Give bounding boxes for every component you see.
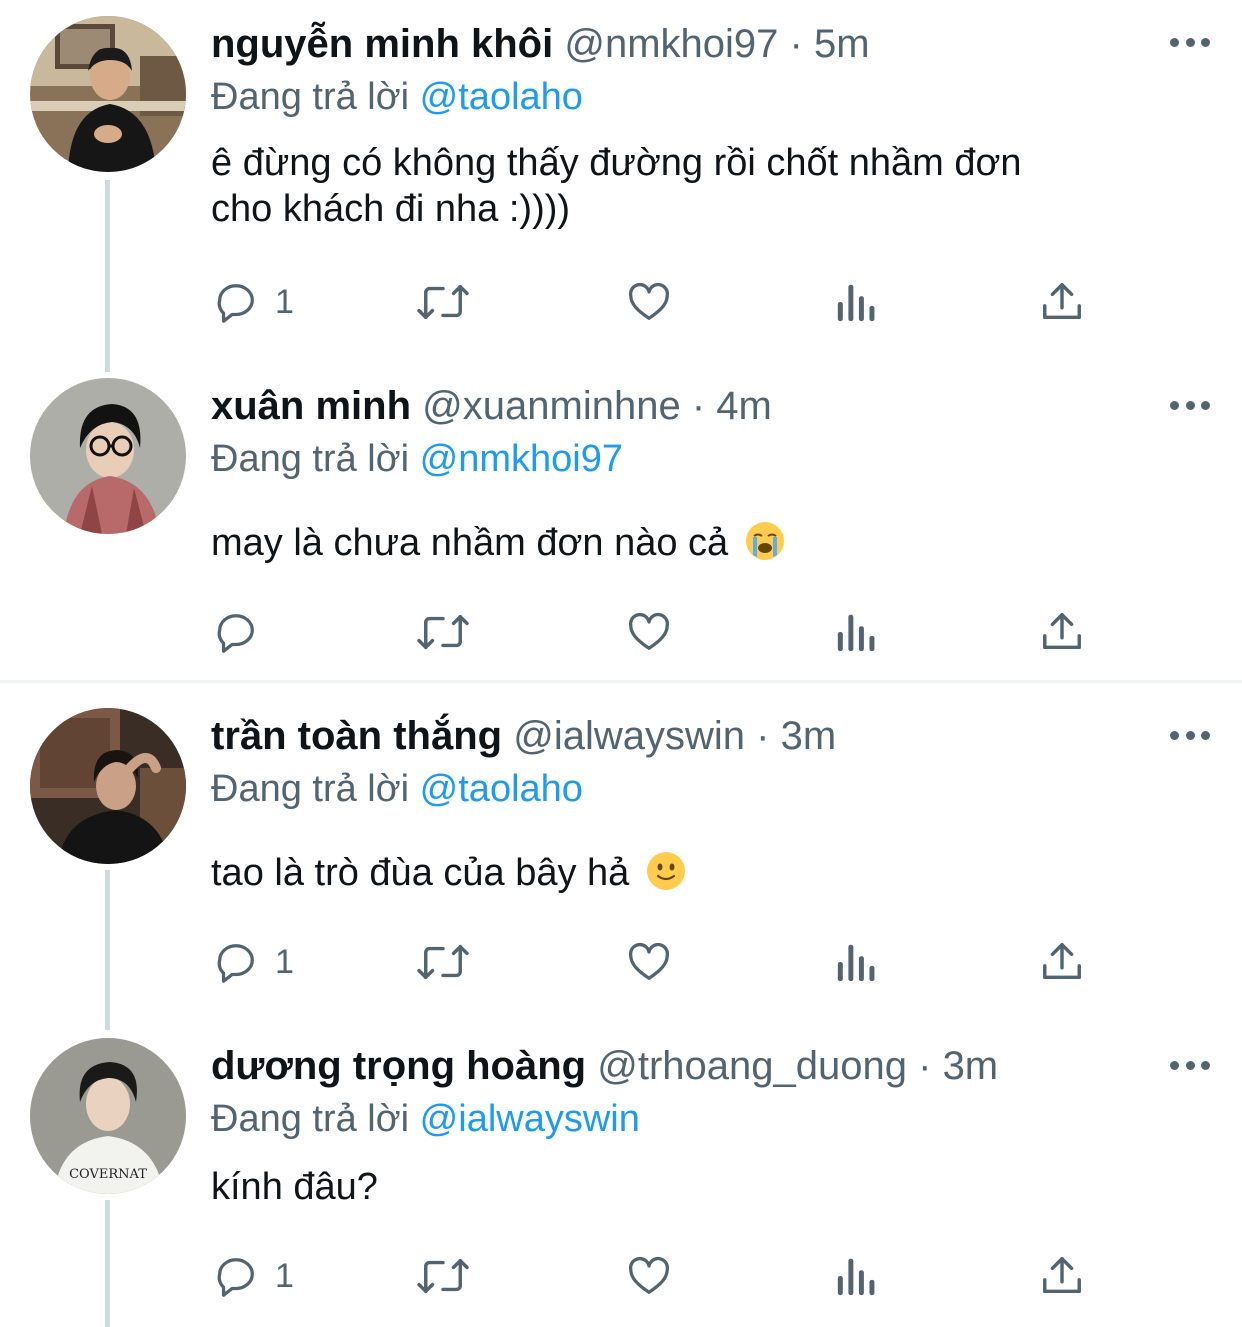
tweet-actions: 1 — [211, 932, 1111, 992]
retweet-icon — [417, 944, 469, 980]
retweet-icon — [417, 284, 469, 320]
replying-to-line: Đang trả lời @nmkhoi97 — [211, 436, 1202, 482]
analytics-button[interactable] — [835, 932, 879, 992]
user-handle[interactable]: @trhoang_duong — [597, 1044, 907, 1088]
tweet-actions — [211, 602, 1111, 662]
tweet-text: may là chưa nhầm đơn nào cả — [211, 520, 1202, 566]
display-name[interactable]: xuân minh — [211, 384, 411, 428]
tweet-text-line: cho khách đi nha :)))) — [211, 188, 571, 230]
analytics-button[interactable] — [835, 1246, 879, 1306]
replying-to-mention[interactable]: @ialwayswin — [420, 1098, 640, 1140]
replying-to-line: Đang trả lời @taolaho — [211, 74, 1202, 120]
avatar[interactable]: COVERNAT — [30, 1038, 186, 1194]
meta-separator: · — [756, 714, 770, 758]
share-button[interactable] — [1039, 602, 1085, 662]
retweet-button[interactable] — [415, 1246, 471, 1306]
timestamp[interactable]: 3m — [781, 714, 837, 758]
crying-face-emoji — [745, 521, 785, 561]
analytics-icon — [837, 284, 875, 322]
reply-button[interactable]: 1 — [213, 932, 294, 992]
display-name[interactable]: dương trọng hoàng — [211, 1044, 586, 1088]
reply-icon — [217, 944, 254, 983]
retweet-icon — [417, 1258, 469, 1294]
tweet-text-line: kính đâu? — [211, 1166, 378, 1208]
reply-count: 1 — [275, 1256, 294, 1295]
reply-count: 1 — [275, 942, 294, 981]
display-name[interactable]: trần toàn thắng — [211, 714, 502, 758]
tweet-text-line: tao là trò đùa của bây hả — [211, 852, 630, 894]
like-button[interactable] — [625, 272, 673, 332]
analytics-icon — [837, 614, 875, 652]
tweet-text-line: may là chưa nhầm đơn nào cả — [211, 522, 729, 564]
retweet-icon — [417, 614, 469, 650]
replying-to-label: Đang trả lời — [211, 76, 410, 118]
tweet-actions: 1 — [211, 1246, 1111, 1306]
replying-to-label: Đang trả lời — [211, 768, 410, 810]
timestamp[interactable]: 4m — [716, 384, 772, 428]
tweet-text: kính đâu? — [211, 1164, 1202, 1210]
avatar-shirt-text: COVERNAT — [69, 1167, 147, 1182]
user-handle[interactable]: @xuanminhne — [422, 384, 681, 428]
meta-separator: · — [691, 384, 706, 428]
tweet[interactable]: xuân minh @xuanminhne · 4m Đang trả lời … — [0, 372, 1242, 680]
avatar[interactable] — [30, 378, 186, 534]
reply-button[interactable]: 1 — [213, 1246, 294, 1306]
avatar[interactable] — [30, 708, 186, 864]
timestamp[interactable]: 5m — [814, 22, 870, 66]
more-icon[interactable] — [1170, 725, 1210, 745]
user-handle[interactable]: @ialwayswin — [513, 714, 745, 758]
replying-to-line: Đang trả lời @taolaho — [211, 766, 1202, 812]
share-icon — [1043, 283, 1081, 320]
more-icon[interactable] — [1170, 395, 1210, 415]
analytics-icon — [837, 1258, 875, 1296]
share-icon — [1043, 613, 1081, 650]
like-icon — [629, 612, 669, 650]
replying-to-label: Đang trả lời — [211, 438, 410, 480]
like-button[interactable] — [625, 1246, 673, 1306]
replying-to-mention[interactable]: @nmkhoi97 — [420, 438, 623, 480]
share-button[interactable] — [1039, 932, 1085, 992]
reply-icon — [217, 284, 254, 323]
more-icon[interactable] — [1170, 32, 1210, 52]
more-icon[interactable] — [1170, 1055, 1210, 1075]
tweet[interactable]: nguyễn minh khôi @nmkhoi97 · 5m Đang trả… — [0, 0, 1242, 372]
retweet-button[interactable] — [415, 602, 471, 662]
share-icon — [1043, 1257, 1081, 1294]
tweet[interactable]: trần toàn thắng @ialwayswin · 3m Đang tr… — [0, 683, 1242, 1030]
replying-to-mention[interactable]: @taolaho — [420, 76, 583, 118]
analytics-button[interactable] — [835, 272, 879, 332]
replying-to-line: Đang trả lời @ialwayswin — [211, 1096, 1202, 1142]
share-button[interactable] — [1039, 1246, 1085, 1306]
like-icon — [629, 282, 669, 320]
replying-to-label: Đang trả lời — [211, 1098, 410, 1140]
tweet-actions: 1 — [211, 272, 1111, 332]
reply-icon — [217, 1258, 254, 1297]
analytics-icon — [837, 944, 875, 982]
timestamp[interactable]: 3m — [943, 1044, 999, 1088]
meta-separator: · — [918, 1044, 932, 1088]
tweet-text: ê đừng có không thấy đường rồi chốt nhầm… — [211, 140, 1202, 232]
reply-count: 1 — [275, 282, 294, 321]
avatar[interactable] — [30, 16, 186, 172]
display-name[interactable]: nguyễn minh khôi — [211, 22, 553, 66]
like-button[interactable] — [625, 602, 673, 662]
like-icon — [629, 1256, 669, 1294]
reply-icon — [217, 614, 254, 653]
reply-button[interactable]: 1 — [213, 272, 294, 332]
like-icon — [629, 942, 669, 980]
retweet-button[interactable] — [415, 932, 471, 992]
analytics-button[interactable] — [835, 602, 879, 662]
user-handle[interactable]: @nmkhoi97 — [564, 22, 778, 66]
replying-to-mention[interactable]: @taolaho — [420, 768, 583, 810]
tweet-text: tao là trò đùa của bây hả — [211, 850, 1202, 896]
tweet-text-line: ê đừng có không thấy đường rồi chốt nhầm… — [211, 142, 1022, 184]
tweet[interactable]: COVERNAT dương trọng hoàng @trhoang_duon… — [0, 1030, 1242, 1327]
share-icon — [1043, 943, 1081, 980]
like-button[interactable] — [625, 932, 673, 992]
slightly-smiling-face-emoji — [646, 851, 686, 891]
meta-separator: · — [789, 22, 803, 66]
reply-button[interactable] — [213, 602, 275, 662]
share-button[interactable] — [1039, 272, 1085, 332]
retweet-button[interactable] — [415, 272, 471, 332]
